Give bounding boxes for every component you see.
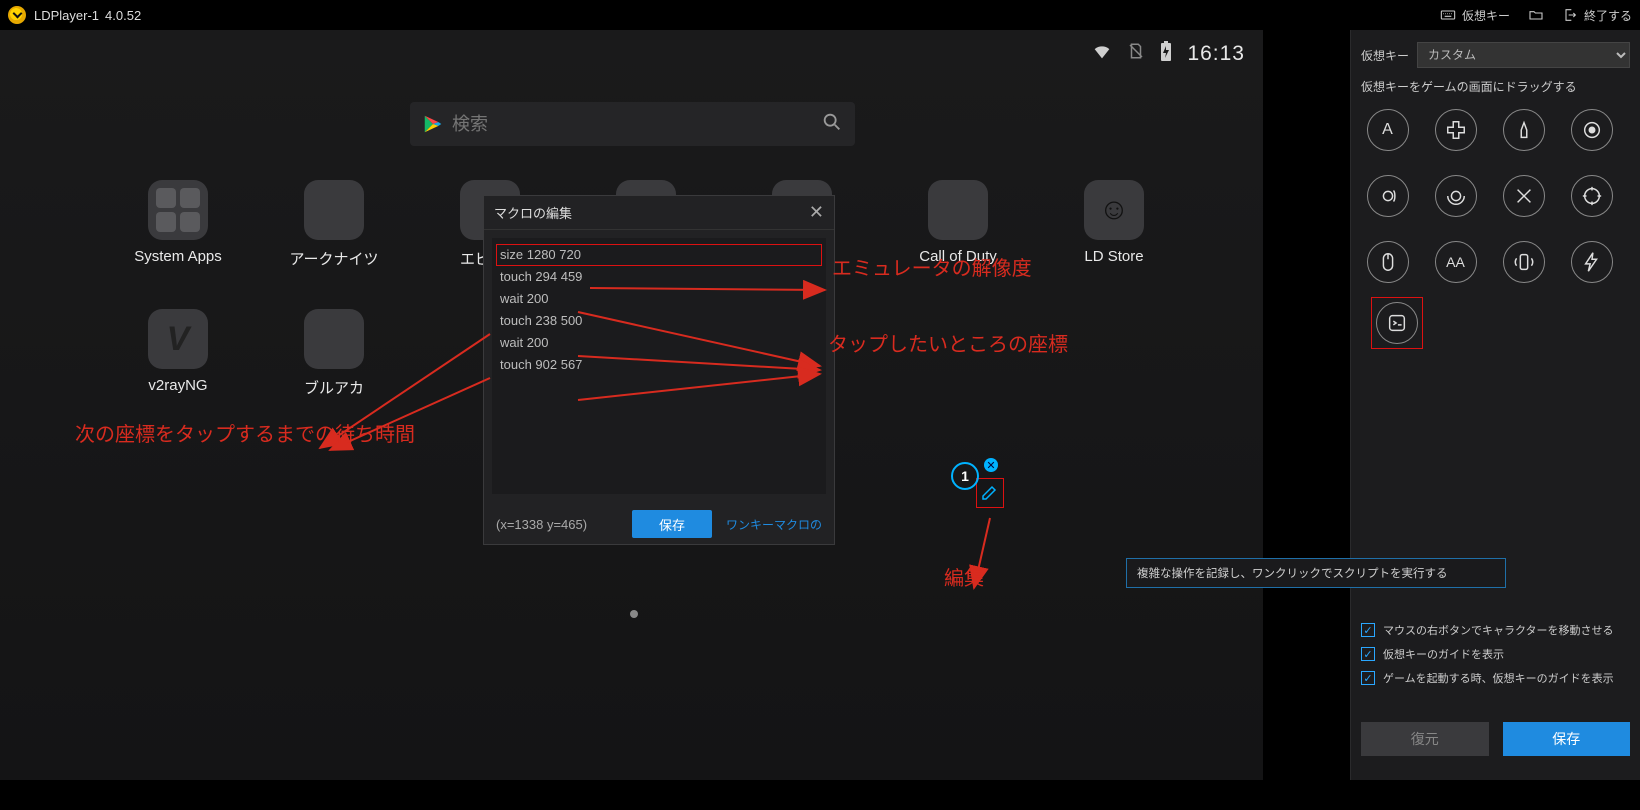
app-name: LDPlayer-1 xyxy=(34,8,99,23)
macro-edit-dialog: マクロの編集 ✕ size 1280 720 touch 294 459 wai… xyxy=(483,195,835,545)
play-store-icon xyxy=(422,113,444,135)
annotation-wait-time: 次の座標をタップするまでの待ち時間 xyxy=(75,418,415,447)
vkey-drag-hint: 仮想キーをゲームの画面にドラッグする xyxy=(1361,78,1630,95)
folder-button[interactable] xyxy=(1528,7,1544,23)
vkey-tool-flash[interactable] xyxy=(1571,241,1613,283)
app-blue-archive[interactable]: ブルアカ xyxy=(256,309,412,398)
vkey-tool-dpad[interactable] xyxy=(1435,109,1477,151)
vkey-tool-tap[interactable]: A xyxy=(1367,109,1409,151)
macro-line[interactable]: touch 238 500 xyxy=(496,310,822,332)
android-status-bar: 16:13 xyxy=(1091,30,1263,78)
vkey-tool-scope[interactable] xyxy=(1571,175,1613,217)
vkey-script-tooltip: 複雑な操作を記録し、ワンクリックでスクリプトを実行する xyxy=(1126,558,1506,588)
search-input[interactable] xyxy=(452,114,821,135)
app-version: 4.0.52 xyxy=(105,8,141,23)
app-ldstore[interactable]: ☺LD Store xyxy=(1036,180,1192,269)
vkey-tool-text[interactable]: AA xyxy=(1435,241,1477,283)
vkey-tool-shake[interactable] xyxy=(1503,241,1545,283)
page-indicator-dot xyxy=(630,610,638,618)
vkey-options: ✓マウスの右ボタンでキャラクターを移動させる ✓仮想キーのガイドを表示 ✓ゲーム… xyxy=(1361,614,1630,694)
clock: 16:13 xyxy=(1187,42,1245,66)
app-arknights[interactable]: アークナイツ xyxy=(256,180,412,269)
vkey-tool-grid: A AA xyxy=(1361,109,1630,283)
vkey-tool-freelook[interactable] xyxy=(1367,175,1409,217)
annotation-script-highlight xyxy=(1371,297,1423,349)
macro-line[interactable]: touch 902 567 xyxy=(496,354,822,376)
vkey-tool-mouse[interactable] xyxy=(1367,241,1409,283)
check-show-guide[interactable]: ✓仮想キーのガイドを表示 xyxy=(1361,646,1630,662)
vkey-tool-script[interactable] xyxy=(1376,302,1418,344)
macro-line[interactable]: size 1280 720 xyxy=(496,244,822,266)
app-v2rayng[interactable]: Vv2rayNG xyxy=(100,309,256,398)
macro-key-delete[interactable]: ✕ xyxy=(984,458,998,472)
macro-dialog-title: マクロの編集 xyxy=(494,203,572,222)
macro-cursor-coords: (x=1338 y=465) xyxy=(496,517,587,532)
annotation-resolution: エミュレータの解像度 xyxy=(832,252,1032,281)
check-show-guide-on-launch[interactable]: ✓ゲームを起動する時、仮想キーのガイドを表示 xyxy=(1361,670,1630,686)
vkey-tool-gravity[interactable] xyxy=(1435,175,1477,217)
annotation-tap-coords: タップしたいところの座標 xyxy=(828,328,1068,357)
exit-button[interactable]: 終了する xyxy=(1562,7,1632,24)
search-icon[interactable] xyxy=(821,111,843,138)
app-system-apps[interactable]: System Apps xyxy=(100,180,256,269)
vkey-tool-fire[interactable] xyxy=(1503,109,1545,151)
battery-icon xyxy=(1159,40,1173,68)
save-button[interactable]: 保存 xyxy=(1503,722,1631,756)
search-bar[interactable] xyxy=(410,102,855,146)
app-logo-icon xyxy=(8,6,26,24)
keyboard-icon xyxy=(1440,7,1456,23)
restore-button[interactable]: 復元 xyxy=(1361,722,1489,756)
macro-help-link[interactable]: ワンキーマクロの xyxy=(726,516,822,533)
macro-dialog-header[interactable]: マクロの編集 ✕ xyxy=(484,196,834,230)
macro-line[interactable]: wait 200 xyxy=(496,332,822,354)
macro-key-edit-icon[interactable] xyxy=(980,484,998,502)
virtual-key-button[interactable]: 仮想キー xyxy=(1440,7,1510,24)
wifi-icon xyxy=(1091,40,1113,68)
check-mouse-right-move[interactable]: ✓マウスの右ボタンでキャラクターを移動させる xyxy=(1361,622,1630,638)
macro-script-body[interactable]: size 1280 720 touch 294 459 wait 200 tou… xyxy=(492,238,826,494)
macro-line[interactable]: wait 200 xyxy=(496,288,822,310)
vkey-label: 仮想キー xyxy=(1361,47,1409,64)
vkey-tool-aim[interactable] xyxy=(1571,109,1613,151)
exit-icon xyxy=(1562,7,1578,23)
folder-icon xyxy=(1528,7,1544,23)
annotation-edit: 編集 xyxy=(944,562,984,591)
virtual-key-panel: 仮想キー カスタム 仮想キーをゲームの画面にドラッグする A AA ✓マウスの右… xyxy=(1350,30,1640,780)
macro-key-marker[interactable]: 1 xyxy=(951,462,979,490)
macro-line[interactable]: touch 294 459 xyxy=(496,266,822,288)
macro-save-button[interactable]: 保存 xyxy=(632,510,712,538)
no-sim-icon xyxy=(1127,42,1145,66)
close-icon[interactable]: ✕ xyxy=(809,202,824,223)
titlebar: LDPlayer-1 4.0.52 仮想キー 終了する xyxy=(0,0,1640,30)
vkey-tool-combo[interactable] xyxy=(1503,175,1545,217)
vkey-preset-select[interactable]: カスタム xyxy=(1417,42,1630,68)
